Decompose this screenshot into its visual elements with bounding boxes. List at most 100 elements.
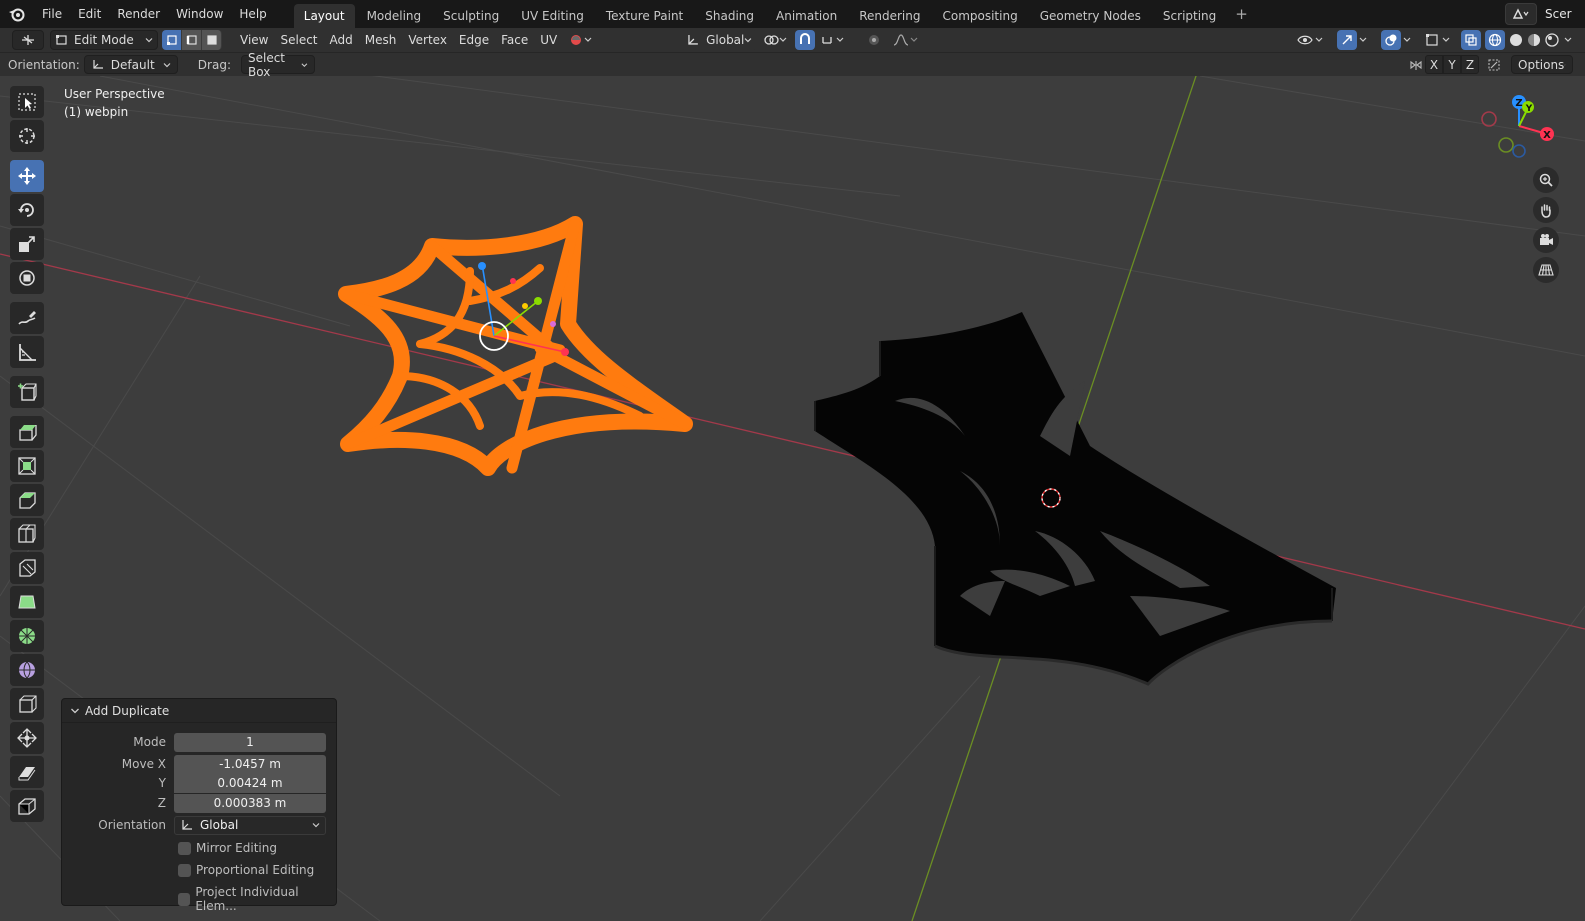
menu-edit[interactable]: Edit	[70, 4, 109, 24]
tab-texture-paint[interactable]: Texture Paint	[596, 4, 693, 28]
transform-orientation-selector[interactable]: Global	[681, 30, 758, 50]
snap-toggle-icon[interactable]	[795, 30, 816, 50]
mirror-y-button[interactable]: Y	[1443, 55, 1461, 74]
tab-animation[interactable]: Animation	[766, 4, 847, 28]
cursor-tool-icon[interactable]	[10, 120, 44, 152]
blender-logo-icon[interactable]	[6, 3, 28, 25]
rip-region-tool-icon[interactable]	[10, 790, 44, 822]
zoom-icon[interactable]	[1533, 167, 1559, 193]
checkbox-box[interactable]	[178, 892, 191, 906]
visibility-icon[interactable]	[1291, 30, 1331, 50]
extrude-tool-icon[interactable]	[10, 416, 44, 448]
shading-rendered-icon[interactable]	[1543, 30, 1561, 50]
selected-web-mesh[interactable]	[338, 216, 693, 476]
pan-hand-icon[interactable]	[1533, 197, 1559, 223]
shading-options-icon[interactable]	[1561, 30, 1575, 50]
checkbox-box[interactable]	[178, 841, 191, 855]
bevel-tool-icon[interactable]	[10, 484, 44, 516]
menu-window[interactable]: Window	[168, 4, 231, 24]
mode-selector[interactable]: Edit Mode	[50, 30, 158, 50]
menu-render[interactable]: Render	[109, 4, 168, 24]
inset-faces-tool-icon[interactable]	[10, 450, 44, 482]
snap-target-icon[interactable]	[815, 30, 853, 50]
move-z-field[interactable]: 0.000383 m	[174, 793, 326, 813]
proportional-editing-checkbox[interactable]: Proportional Editing	[178, 863, 314, 877]
rotate-tool-icon[interactable]	[10, 194, 44, 226]
vertex-select-icon[interactable]	[162, 30, 182, 50]
drag-dropdown[interactable]: Select Box	[240, 51, 315, 79]
editor-type-icon[interactable]	[12, 30, 44, 50]
camera-icon[interactable]	[1533, 227, 1559, 253]
proportional-editing-icon[interactable]	[861, 30, 887, 50]
pivot-point-icon[interactable]	[757, 30, 795, 50]
overlay-color-icon[interactable]	[563, 30, 601, 50]
knife-tool-icon[interactable]	[10, 552, 44, 584]
scale-tool-icon[interactable]	[10, 228, 44, 260]
tab-shading[interactable]: Shading	[695, 4, 764, 28]
xray-toggle-icon[interactable]	[1459, 30, 1483, 50]
scene-icon[interactable]	[1505, 3, 1537, 25]
menu-vertex[interactable]: Vertex	[402, 30, 453, 50]
navigation-gizmo[interactable]: Z X Y	[1481, 95, 1554, 158]
tab-layout[interactable]: Layout	[293, 4, 355, 28]
move-y-field[interactable]: 0.00424 m	[174, 773, 326, 793]
tab-sculpting[interactable]: Sculpting	[433, 4, 509, 28]
edge-slide-tool-icon[interactable]	[10, 688, 44, 720]
gizmo-toggle-icon[interactable]	[1331, 30, 1375, 50]
menu-view[interactable]: View	[234, 30, 274, 50]
transform-tool-icon[interactable]	[10, 262, 44, 294]
add-duplicate-operator-panel[interactable]: Add Duplicate Mode 1 Move X -1.0457 m Y …	[61, 698, 337, 913]
tab-compositing[interactable]: Compositing	[932, 4, 1027, 28]
mirror-butterfly-icon[interactable]	[1407, 55, 1425, 74]
measure-tool-icon[interactable]	[10, 336, 44, 368]
menu-edge[interactable]: Edge	[453, 30, 495, 50]
operator-panel-header[interactable]: Add Duplicate	[62, 699, 336, 723]
overlays-toggle-icon[interactable]	[1375, 30, 1419, 50]
menu-face[interactable]: Face	[495, 30, 534, 50]
orientation-field-dropdown[interactable]: Global	[174, 815, 326, 835]
move-x-field[interactable]: -1.0457 m	[174, 754, 326, 774]
menu-uv[interactable]: UV	[534, 30, 563, 50]
project-individual-checkbox[interactable]: Project Individual Elem...	[178, 885, 336, 913]
spin-tool-icon[interactable]	[10, 620, 44, 652]
shading-material-icon[interactable]	[1525, 30, 1543, 50]
menu-help[interactable]: Help	[231, 4, 274, 24]
shrink-fatten-tool-icon[interactable]	[10, 722, 44, 754]
auto-merge-icon[interactable]	[1485, 55, 1503, 74]
editor-type-button[interactable]	[6, 30, 50, 50]
options-dropdown[interactable]: Options	[1511, 55, 1573, 74]
tab-modeling[interactable]: Modeling	[357, 4, 432, 28]
menu-file[interactable]: File	[34, 4, 70, 24]
mesh-edit-overlays-icon[interactable]	[1419, 30, 1459, 50]
perspective-grid-icon[interactable]	[1533, 257, 1559, 283]
edge-select-icon[interactable]	[182, 30, 202, 50]
mirror-x-button[interactable]: X	[1425, 55, 1443, 74]
loop-cut-tool-icon[interactable]	[10, 518, 44, 550]
orientation-dropdown[interactable]: Default	[83, 55, 178, 74]
annotate-tool-icon[interactable]	[10, 302, 44, 334]
tab-scripting[interactable]: Scripting	[1153, 4, 1226, 28]
mirror-z-button[interactable]: Z	[1461, 55, 1479, 74]
falloff-icon[interactable]	[887, 30, 925, 50]
shading-solid-icon[interactable]	[1507, 30, 1525, 50]
add-cube-tool-icon[interactable]	[10, 376, 44, 408]
tab-geometry-nodes[interactable]: Geometry Nodes	[1030, 4, 1151, 28]
face-select-icon[interactable]	[202, 30, 222, 50]
menu-select[interactable]: Select	[274, 30, 323, 50]
menu-add[interactable]: Add	[324, 30, 359, 50]
shading-wireframe-icon[interactable]	[1483, 30, 1507, 50]
add-workspace-icon[interactable]: +	[1227, 5, 1256, 23]
poly-build-tool-icon[interactable]	[10, 586, 44, 618]
shear-tool-icon[interactable]	[10, 756, 44, 788]
original-web-mesh[interactable]	[814, 312, 1336, 686]
mode-field[interactable]: 1	[174, 732, 326, 752]
menu-mesh[interactable]: Mesh	[359, 30, 403, 50]
move-tool-icon[interactable]	[10, 160, 44, 192]
select-box-tool-icon[interactable]	[10, 86, 44, 118]
mirror-editing-checkbox[interactable]: Mirror Editing	[178, 841, 277, 855]
scene-selector[interactable]: Scer	[1505, 3, 1585, 25]
smooth-tool-icon[interactable]	[10, 654, 44, 686]
tab-rendering[interactable]: Rendering	[849, 4, 930, 28]
checkbox-box[interactable]	[178, 863, 191, 877]
tab-uv-editing[interactable]: UV Editing	[511, 4, 594, 28]
